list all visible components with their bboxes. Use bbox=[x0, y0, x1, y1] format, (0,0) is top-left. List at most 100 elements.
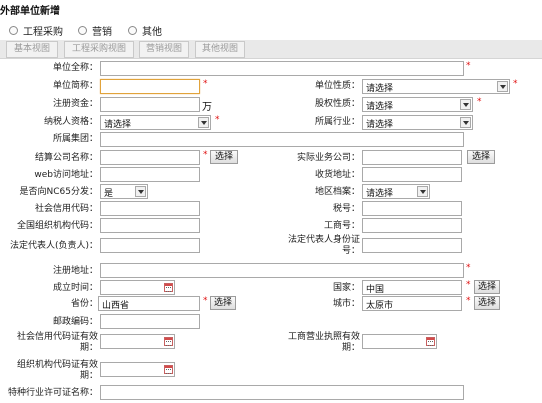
legal-id-input[interactable] bbox=[362, 238, 462, 253]
label-actual-company: 实际业务公司： bbox=[296, 153, 360, 163]
radio-icon[interactable] bbox=[128, 25, 137, 35]
tab-marketing-view[interactable]: 营销视图 bbox=[139, 41, 189, 58]
country-input[interactable]: 中国 bbox=[362, 280, 462, 295]
label-credit-code: 社会信用代码： bbox=[34, 204, 98, 214]
calendar-icon[interactable] bbox=[164, 283, 173, 292]
dropdown-arrow-icon[interactable] bbox=[417, 186, 428, 197]
country-select-button[interactable]: 选择 bbox=[474, 280, 500, 294]
required-mark: * bbox=[513, 79, 518, 89]
label-province: 省份： bbox=[70, 299, 98, 309]
dropdown-arrow-icon[interactable] bbox=[460, 99, 471, 110]
city-select-button[interactable]: 选择 bbox=[474, 296, 500, 310]
radio-marketing[interactable]: 营销 bbox=[78, 22, 112, 38]
short-name-input[interactable] bbox=[100, 79, 200, 94]
label-equity-nature: 股权性质： bbox=[314, 99, 360, 109]
equity-nature-select[interactable]: 请选择 bbox=[362, 97, 473, 112]
label-region: 地区档案： bbox=[314, 187, 360, 197]
radio-engineering[interactable]: 工程采购 bbox=[9, 22, 63, 38]
tab-other-view[interactable]: 其他视图 bbox=[195, 41, 245, 58]
label-biz-no: 工商号： bbox=[323, 221, 360, 231]
settle-company-input[interactable] bbox=[100, 150, 200, 165]
unit-wan: 万 bbox=[202, 102, 212, 113]
org-code-input[interactable] bbox=[100, 218, 200, 233]
label-group: 所属集团： bbox=[52, 134, 98, 144]
calendar-icon[interactable] bbox=[426, 337, 435, 346]
calendar-icon[interactable] bbox=[164, 365, 173, 374]
biz-no-input[interactable] bbox=[362, 218, 462, 233]
province-select-button[interactable]: 选择 bbox=[210, 296, 236, 310]
label-org-valid: 组织机构代码证有效期： bbox=[16, 360, 98, 381]
label-full-name: 单位全称： bbox=[52, 63, 98, 73]
group-input[interactable] bbox=[100, 132, 464, 147]
label-org-code: 全国组织机构代码： bbox=[16, 221, 98, 231]
label-credit-valid: 社会信用代码证有效期： bbox=[16, 332, 98, 353]
full-name-input[interactable] bbox=[100, 61, 464, 76]
required-mark: * bbox=[203, 296, 208, 306]
zip-input[interactable] bbox=[100, 314, 200, 329]
org-valid-input[interactable] bbox=[100, 362, 175, 377]
tab-engineering-view[interactable]: 工程采购视图 bbox=[64, 41, 134, 58]
required-mark: * bbox=[466, 296, 471, 306]
radio-icon[interactable] bbox=[9, 25, 18, 35]
special-permit-input[interactable] bbox=[100, 385, 464, 400]
web-input[interactable] bbox=[100, 167, 200, 182]
radio-other[interactable]: 其他 bbox=[128, 22, 162, 38]
reg-capital-input[interactable] bbox=[100, 97, 200, 112]
legal-rep-input[interactable] bbox=[100, 238, 200, 253]
nc65-select[interactable]: 是 bbox=[100, 184, 148, 199]
required-mark: * bbox=[477, 97, 482, 107]
tax-no-input[interactable] bbox=[362, 201, 462, 216]
label-reg-capital: 注册资金： bbox=[52, 99, 98, 109]
label-taxpayer: 纳税人资格： bbox=[43, 117, 98, 127]
label-license-valid: 工商营业执照有效期： bbox=[287, 332, 360, 353]
required-mark: * bbox=[203, 79, 208, 89]
label-reg-addr: 注册地址： bbox=[52, 266, 98, 276]
credit-valid-input[interactable] bbox=[100, 334, 175, 349]
label-short-name: 单位简称： bbox=[52, 81, 98, 91]
label-nc65: 是否向NC65分发： bbox=[19, 187, 98, 197]
license-valid-input[interactable] bbox=[362, 334, 437, 349]
label-industry: 所属行业： bbox=[314, 117, 360, 127]
receipt-addr-input[interactable] bbox=[362, 167, 462, 182]
city-input[interactable]: 太原市 bbox=[362, 296, 462, 311]
industry-select[interactable]: 请选择 bbox=[362, 115, 473, 130]
region-select[interactable]: 请选择 bbox=[362, 184, 430, 199]
dropdown-arrow-icon[interactable] bbox=[135, 186, 146, 197]
taxpayer-select[interactable]: 请选择 bbox=[100, 115, 211, 130]
radio-icon[interactable] bbox=[78, 25, 87, 35]
view-tabs: 基本视图 工程采购视图 营销视图 其他视图 bbox=[0, 40, 542, 59]
label-unit-nature: 单位性质： bbox=[314, 81, 360, 91]
actual-company-input[interactable] bbox=[362, 150, 462, 165]
actual-company-select-button[interactable]: 选择 bbox=[467, 150, 495, 164]
type-radio-group: 工程采购 营销 其他 bbox=[0, 22, 542, 38]
calendar-icon[interactable] bbox=[164, 337, 173, 346]
label-country: 国家： bbox=[332, 283, 360, 293]
label-tax-no: 税号： bbox=[332, 204, 360, 214]
province-input[interactable]: 山西省 bbox=[98, 296, 200, 311]
window-titlebar: 外部单位新增 bbox=[0, 0, 542, 18]
reg-addr-input[interactable] bbox=[100, 263, 464, 278]
required-mark: * bbox=[466, 280, 471, 290]
required-mark: * bbox=[215, 115, 220, 125]
found-time-input[interactable] bbox=[100, 280, 175, 295]
tab-basic-view[interactable]: 基本视图 bbox=[6, 41, 58, 58]
label-settle-company: 结算公司名称： bbox=[34, 153, 98, 163]
window-title: 外部单位新增 bbox=[0, 6, 60, 17]
required-mark: * bbox=[466, 263, 471, 273]
dropdown-arrow-icon[interactable] bbox=[198, 117, 209, 128]
settle-company-select-button[interactable]: 选择 bbox=[210, 150, 238, 164]
dropdown-arrow-icon[interactable] bbox=[497, 81, 508, 92]
label-special-permit: 特种行业许可证名称： bbox=[7, 388, 98, 398]
dropdown-arrow-icon[interactable] bbox=[460, 117, 471, 128]
label-receipt-addr: 收货地址： bbox=[314, 170, 360, 180]
label-city: 城市： bbox=[332, 299, 360, 309]
required-mark: * bbox=[203, 150, 208, 160]
label-web: web访问地址： bbox=[34, 170, 98, 180]
label-found-time: 成立时间： bbox=[52, 283, 98, 293]
label-legal-rep: 法定代表人(负责人)： bbox=[9, 241, 98, 251]
unit-nature-select[interactable]: 请选择 bbox=[362, 79, 510, 94]
credit-code-input[interactable] bbox=[100, 201, 200, 216]
required-mark: * bbox=[466, 61, 471, 71]
label-zip: 邮政编码： bbox=[52, 317, 98, 327]
label-legal-id: 法定代表人身份证号： bbox=[287, 235, 360, 256]
